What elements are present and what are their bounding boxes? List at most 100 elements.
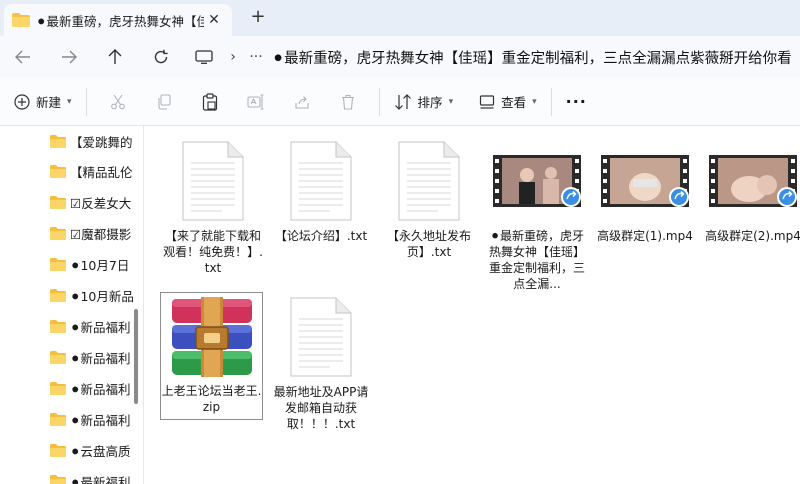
folder-icon — [12, 13, 30, 27]
sort-button[interactable]: 排序 ▾ — [388, 86, 460, 118]
text-document-icon — [290, 141, 352, 221]
view-button[interactable]: 查看 ▾ — [473, 86, 543, 118]
chevron-down-icon: ▾ — [448, 96, 454, 107]
file-name: 上老王论坛当老王.zip — [161, 384, 262, 414]
tab-active[interactable]: ⚫最新重磅，虎牙热舞女神【佳瑶】重金定制福利，三点全漏漏点紫薇掰开给你看 ✕ — [4, 4, 232, 36]
up-button[interactable] — [92, 41, 138, 73]
this-pc-button[interactable] — [184, 41, 224, 73]
text-document-icon — [182, 141, 244, 221]
forward-button[interactable] — [46, 41, 92, 73]
breadcrumb[interactable]: ⚫最新重磅，虎牙热舞女神【佳瑶】重金定制福利，三点全漏漏点紫薇掰开给你看 — [270, 47, 800, 68]
folder-icon — [50, 227, 66, 240]
rename-button[interactable] — [233, 86, 279, 118]
sidebar-item[interactable]: ⚫新品福利 — [0, 342, 134, 373]
sidebar-item-label: 【精品乱伦 — [70, 165, 133, 180]
copy-icon — [157, 93, 171, 110]
folder-icon — [50, 475, 66, 484]
sidebar-item-label: ⚫云盘高质 — [70, 444, 131, 459]
clipboard-icon — [202, 92, 217, 111]
toolbar-divider — [378, 87, 380, 116]
chevron-down-icon: ▾ — [67, 96, 72, 107]
new-button[interactable]: 新建 ▾ — [8, 86, 78, 118]
cut-button[interactable] — [95, 86, 141, 118]
arrow-right-icon — [62, 50, 77, 64]
folder-icon — [50, 165, 66, 178]
scissors-icon — [110, 94, 125, 109]
sidebar-item[interactable]: ⚫新品福利 — [0, 404, 134, 435]
close-icon[interactable]: ✕ — [204, 12, 224, 28]
refresh-icon — [154, 49, 168, 64]
tab-title: ⚫最新重磅，虎牙热舞女神【佳瑶】重金定制福利，三点全漏漏点紫薇掰开给你看 — [36, 13, 204, 29]
more-icon: ··· — [565, 92, 587, 111]
folder-icon — [50, 413, 66, 426]
arrow-left-icon — [15, 50, 30, 64]
toolbar-divider — [550, 87, 552, 116]
sidebar-item-label: ☑反差女大 — [70, 196, 132, 211]
sidebar-item[interactable]: ☑魔都摄影 — [0, 218, 134, 249]
paste-button[interactable] — [187, 86, 233, 118]
text-document-icon — [290, 297, 352, 377]
folder-icon — [50, 320, 66, 333]
see-more-button[interactable]: ··· — [560, 86, 593, 118]
file-name: 高级群定(2).mp4 — [705, 229, 800, 243]
sidebar-item[interactable]: ⚫新品福利 — [0, 311, 134, 342]
file-item[interactable]: 最新地址及APP请发邮箱自动获取！！！.txt — [271, 292, 371, 432]
video-thumbnail-icon — [493, 155, 581, 207]
sort-button-label: 排序 — [417, 95, 443, 110]
file-name: 高级群定(1).mp4 — [597, 229, 693, 243]
file-item[interactable]: 【论坛介绍】.txt — [271, 136, 371, 244]
sidebar-item-label: ⚫新品福利 — [70, 413, 131, 428]
sidebar-item[interactable]: 【爱跳舞的 — [0, 126, 134, 157]
folder-icon — [50, 196, 66, 209]
file-item-selected[interactable]: 上老王论坛当老王.zip — [160, 292, 263, 420]
sidebar-item-label: ⚫最新福利 — [70, 475, 131, 484]
file-item[interactable]: ⚫最新重磅，虎牙热舞女神【佳瑶】重金定制福利，三点全漏... — [487, 136, 587, 292]
chevron-right-icon[interactable]: › — [224, 49, 242, 65]
video-thumbnail-icon — [709, 155, 797, 207]
view-button-label: 查看 — [501, 95, 527, 110]
share-button[interactable] — [279, 86, 325, 118]
file-name: 【永久地址发布页】.txt — [386, 229, 471, 259]
monitor-icon — [195, 50, 213, 64]
sidebar-item[interactable]: ⚫10月新品 — [0, 280, 134, 311]
new-tab-button[interactable]: + — [246, 6, 270, 30]
plus-circle-icon — [14, 93, 30, 110]
zip-archive-icon — [171, 297, 252, 377]
folder-icon — [50, 351, 66, 364]
sidebar-item[interactable]: ⚫新品福利 — [0, 373, 134, 404]
sidebar-item[interactable]: ⚫云盘高质 — [0, 435, 134, 466]
trash-icon — [341, 94, 354, 110]
share-icon — [294, 95, 309, 109]
refresh-button[interactable] — [138, 41, 184, 73]
file-name: 最新地址及APP请发邮箱自动获取！！！.txt — [273, 385, 369, 431]
view-icon — [479, 94, 495, 109]
file-item[interactable]: 高级群定(2).mp4 — [703, 136, 800, 244]
folder-icon — [50, 258, 66, 271]
sidebar-scrollbar[interactable] — [134, 309, 138, 404]
delete-button[interactable] — [325, 86, 371, 118]
navigation-pane[interactable]: 【爱跳舞的 【精品乱伦 ☑反差女大 ☑魔都摄影 ⚫10月7日 ⚫10月新品 ⚫新… — [0, 126, 144, 484]
sidebar-item[interactable]: ☑反差女大 — [0, 187, 134, 218]
file-list[interactable]: 【来了就能下载和观看！纯免费！】.txt 【论坛介绍】.txt 【永久地址发布页… — [145, 126, 800, 484]
file-item[interactable]: 【永久地址发布页】.txt — [379, 136, 479, 260]
command-bar: 新建 ▾ 排序 ▾ 查看 ▾ ··· — [0, 78, 800, 126]
sidebar-item[interactable]: ⚫最新福利 — [0, 466, 134, 484]
rename-icon — [246, 93, 264, 110]
back-button[interactable] — [0, 41, 46, 73]
file-item[interactable]: 【来了就能下载和观看！纯免费！】.txt — [163, 136, 263, 276]
copy-button[interactable] — [141, 86, 187, 118]
tab-strip: ⚫最新重磅，虎牙热舞女神【佳瑶】重金定制福利，三点全漏漏点紫薇掰开给你看 ✕ + — [0, 0, 800, 36]
file-name: 【来了就能下载和观看！纯免费！】.txt — [163, 229, 263, 275]
file-name: ⚫最新重磅，虎牙热舞女神【佳瑶】重金定制福利，三点全漏... — [488, 229, 585, 291]
file-item[interactable]: 高级群定(1).mp4 — [595, 136, 695, 244]
sidebar-item[interactable]: ⚫10月7日 — [0, 249, 134, 280]
text-document-icon — [398, 141, 460, 221]
sidebar-item[interactable]: 【精品乱伦 — [0, 156, 134, 187]
new-button-label: 新建 — [36, 95, 62, 110]
sidebar-item-label: ⚫10月新品 — [70, 289, 134, 304]
sidebar-item-label: 【爱跳舞的 — [70, 135, 133, 150]
folder-icon — [50, 382, 66, 395]
chevron-down-icon: ▾ — [532, 96, 537, 107]
breadcrumb-overflow-button[interactable]: ··· — [242, 49, 270, 65]
sidebar-item-label: ⚫10月7日 — [70, 258, 130, 273]
